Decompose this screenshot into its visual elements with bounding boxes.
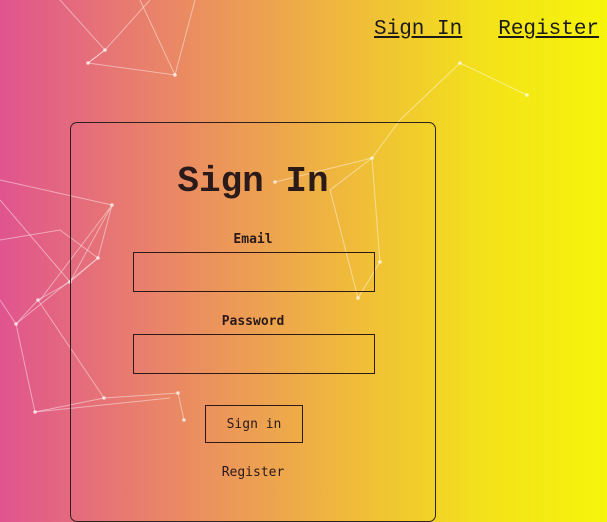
password-label: Password: [221, 314, 285, 329]
sign-in-button[interactable]: Sign in: [205, 405, 303, 443]
password-field[interactable]: [133, 334, 375, 374]
email-field[interactable]: [133, 252, 375, 292]
sign-in-card: Sign In Email Password Sign in Register: [70, 122, 436, 522]
nav-register-link[interactable]: Register: [498, 18, 599, 41]
email-label: Email: [233, 232, 273, 247]
register-link[interactable]: Register: [71, 465, 435, 480]
page-title: Sign In: [177, 161, 329, 202]
nav-sign-in-link[interactable]: Sign In: [374, 18, 462, 41]
top-nav: Sign In Register: [374, 18, 599, 41]
